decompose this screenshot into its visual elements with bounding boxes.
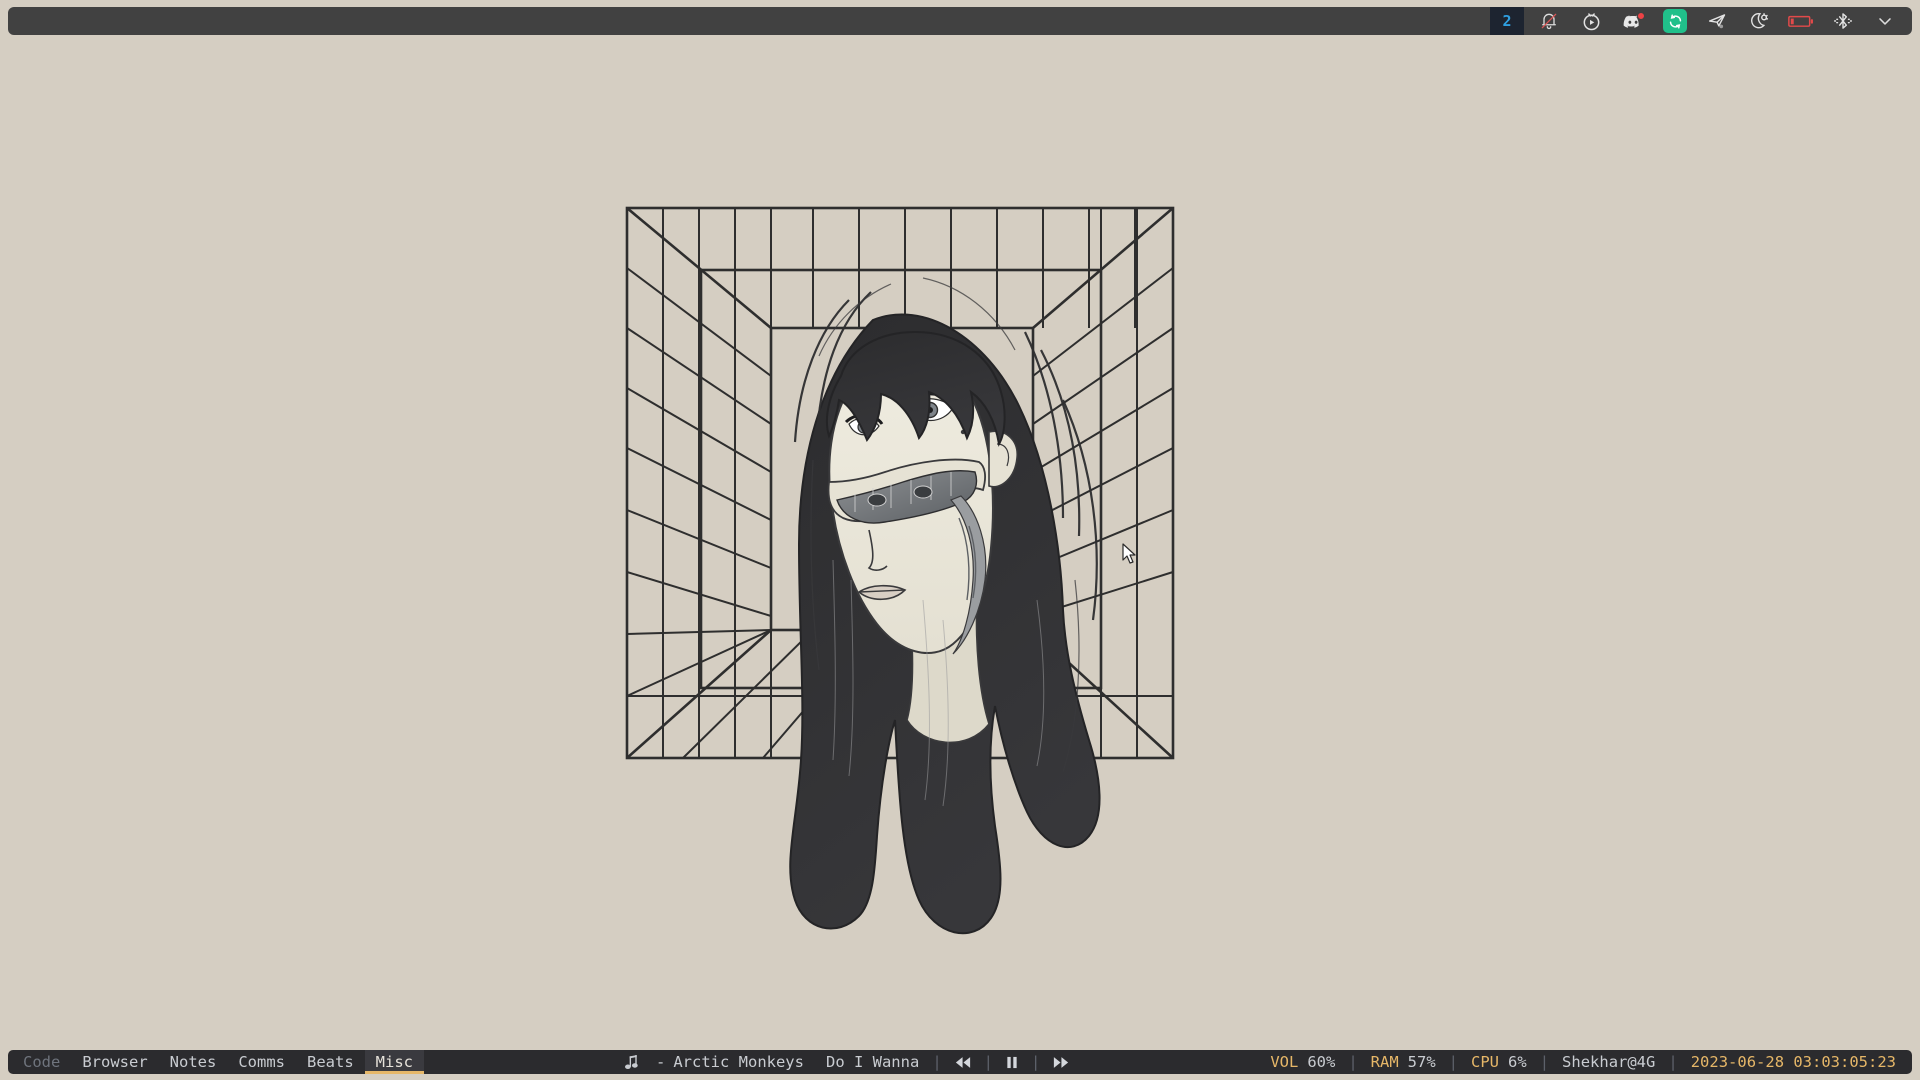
chevron-down-icon[interactable] [1864, 7, 1906, 35]
mouse-cursor [1122, 543, 1138, 567]
workspace-beats[interactable]: Beats [296, 1050, 365, 1074]
alarm-play-icon[interactable] [1570, 7, 1612, 35]
top-status-bar: 2 [8, 7, 1912, 35]
stats-separator-3: | [1539, 1053, 1550, 1071]
volume-value: 60% [1307, 1053, 1336, 1071]
ram-value: 57% [1407, 1053, 1436, 1071]
battery-low-glyph [1788, 13, 1814, 29]
bluetooth-glyph [1832, 11, 1854, 31]
telegram-send-glyph [1707, 11, 1728, 32]
workspace-comms[interactable]: Comms [227, 1050, 296, 1074]
player-separator-1: | [932, 1053, 942, 1071]
sync-chip [1663, 9, 1687, 33]
next-track-button[interactable] [1053, 1056, 1069, 1069]
desktop: 2 Code Browser Notes Comms Beats Misc - … [0, 0, 1920, 1080]
music-player-widget: - Arctic Monkeys Do I Wanna | | | [624, 1053, 1069, 1071]
workspace-indicator-label: 2 [1490, 7, 1524, 35]
bluetooth-icon[interactable] [1822, 7, 1864, 35]
sync-icon[interactable] [1654, 7, 1696, 35]
wallpaper-artwork [623, 200, 1295, 980]
stats-separator-2: | [1448, 1053, 1459, 1071]
discord-icon[interactable] [1612, 7, 1654, 35]
workspace-code[interactable]: Code [12, 1050, 71, 1074]
night-light-icon[interactable] [1738, 7, 1780, 35]
volume-label: VOL [1270, 1053, 1299, 1071]
music-note-icon [624, 1054, 638, 1070]
discord-notification-badge [1637, 12, 1645, 20]
player-artist: Arctic Monkeys [673, 1053, 804, 1071]
workspace-list: Code Browser Notes Comms Beats Misc [8, 1050, 425, 1074]
night-light-glyph [1749, 11, 1770, 32]
pause-button[interactable] [1006, 1056, 1018, 1069]
system-tray: 2 [1486, 7, 1906, 35]
workspace-indicator[interactable]: 2 [1486, 7, 1528, 35]
stats-separator-4: | [1668, 1053, 1678, 1071]
player-track-title: Do I Wanna [825, 1053, 920, 1071]
alarm-play-glyph [1581, 11, 1602, 32]
cpu-value: 6% [1508, 1053, 1527, 1071]
bottom-status-bar: Code Browser Notes Comms Beats Misc - Ar… [8, 1050, 1912, 1074]
battery-low-icon[interactable] [1780, 7, 1822, 35]
player-dash: - [655, 1053, 666, 1071]
telegram-send-icon[interactable] [1696, 7, 1738, 35]
clock: 2023-06-28 03:03:05:23 [1690, 1053, 1897, 1071]
player-separator-2: | [983, 1053, 993, 1071]
chevron-down-glyph [1875, 11, 1895, 31]
stats-separator-1: | [1348, 1053, 1358, 1071]
bell-muted-glyph [1539, 11, 1559, 31]
cpu-label: CPU [1471, 1053, 1500, 1071]
player-separator-3: | [1031, 1053, 1041, 1071]
workspace-misc[interactable]: Misc [364, 1050, 425, 1074]
workspace-notes[interactable]: Notes [159, 1050, 228, 1074]
ram-label: RAM [1370, 1053, 1399, 1071]
bell-muted-icon[interactable] [1528, 7, 1570, 35]
workspace-browser[interactable]: Browser [71, 1050, 158, 1074]
system-stats: VOL 60% | RAM 57% | CPU 6% | Shekhar@4G … [1270, 1053, 1912, 1071]
user-host-label: Shekhar@4G [1562, 1053, 1656, 1071]
previous-track-button[interactable] [955, 1056, 971, 1069]
